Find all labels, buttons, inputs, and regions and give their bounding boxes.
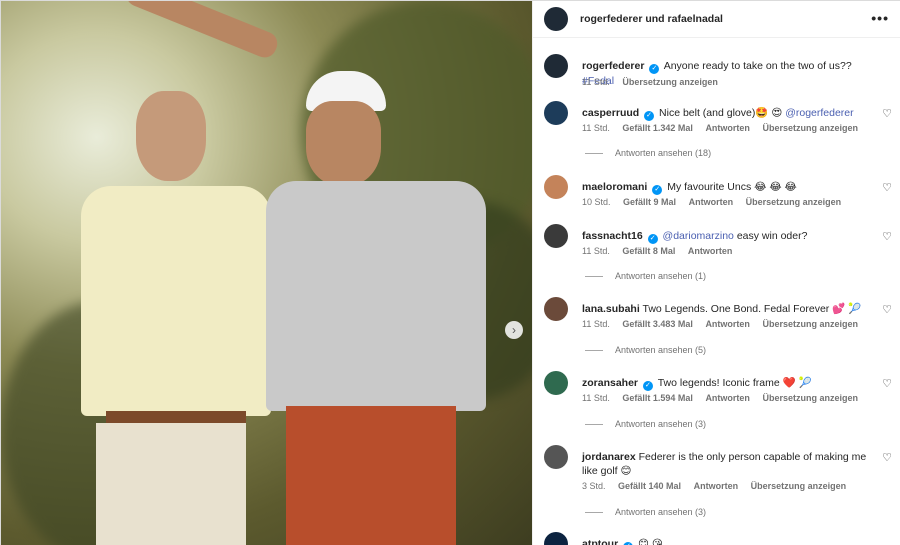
comment-item: fassnacht16 ✓ @dariomarzino easy win ode… (544, 224, 894, 284)
translate-link[interactable]: Übersetzung anzeigen (622, 77, 718, 87)
comment-item: atptour ✓ 😊 😘 (544, 532, 894, 545)
post-photo: › (1, 1, 532, 545)
comment-time[interactable]: 11 Std. (582, 123, 610, 133)
like-heart-icon[interactable]: ♡ (882, 107, 892, 120)
commenter-avatar[interactable] (544, 532, 568, 545)
verified-icon: ✓ (642, 381, 653, 391)
comment-username[interactable]: lana.subahi (582, 303, 640, 315)
post-caption: rogerfederer ✓ Anyone ready to take on t… (544, 54, 894, 96)
translate-link[interactable]: Übersetzung anzeigen (746, 197, 842, 207)
comment-mention[interactable]: @rogerfederer (785, 107, 853, 119)
comment-item: zoransaher ✓ Two legends! Iconic frame ❤… (544, 371, 894, 435)
translate-link[interactable]: Übersetzung anzeigen (762, 319, 858, 329)
comment-username[interactable]: fassnacht16 (582, 230, 643, 242)
comment-item: maeloromani ✓ My favourite Uncs 😂 😂 😂 10… (544, 175, 894, 211)
comment-time[interactable]: 3 Std. (582, 481, 606, 491)
header-title[interactable]: rogerfederer und rafaelnadal (580, 13, 723, 25)
commenter-avatar[interactable] (544, 175, 568, 199)
reply-button[interactable]: Antworten (705, 393, 750, 403)
comment-text: Two Legends. One Bond. Fedal Forever 💕 🎾 (642, 303, 862, 315)
next-image-button[interactable]: › (505, 321, 523, 339)
comment-likes[interactable]: Gefällt 1.594 Mal (622, 393, 693, 403)
like-heart-icon[interactable]: ♡ (882, 181, 892, 194)
comment-item: casperruud ✓ Nice belt (and glove)🤩 😍 @r… (544, 101, 894, 171)
commenter-avatar[interactable] (544, 224, 568, 248)
post-header: rogerfederer und rafaelnadal ••• (533, 1, 900, 38)
comment-username[interactable]: casperruud (582, 107, 639, 119)
reply-button[interactable]: Antworten (705, 123, 750, 133)
like-heart-icon[interactable]: ♡ (882, 451, 892, 464)
caption-username[interactable]: rogerfederer (582, 60, 644, 72)
view-replies-button[interactable]: Antworten ansehen (5) (585, 345, 706, 355)
comment-text: easy win oder? (736, 230, 808, 242)
reply-button[interactable]: Antworten (705, 319, 750, 329)
player-right-figure (122, 1, 506, 545)
comment-likes[interactable]: Gefällt 1.342 Mal (622, 123, 693, 133)
comment-text: My favourite Uncs 😂 😂 😂 (667, 181, 797, 193)
header-avatar[interactable] (544, 7, 568, 31)
translate-link[interactable]: Übersetzung anzeigen (751, 481, 847, 491)
comment-item: jordanarex Federer is the only person ca… (544, 445, 894, 517)
commenter-avatar[interactable] (544, 371, 568, 395)
comment-text: Nice belt (and glove)🤩 😍 (659, 107, 783, 119)
reply-button[interactable]: Antworten (689, 197, 734, 207)
comment-likes[interactable]: Gefällt 140 Mal (618, 481, 681, 491)
translate-link[interactable]: Übersetzung anzeigen (762, 123, 858, 133)
caption-avatar[interactable] (544, 54, 568, 78)
comment-time[interactable]: 10 Std. (582, 197, 611, 207)
verified-icon: ✓ (649, 64, 660, 74)
caption-text: Anyone ready to take on the two of us?? (663, 60, 852, 72)
commenter-avatar[interactable] (544, 101, 568, 125)
commenter-avatar[interactable] (544, 297, 568, 321)
more-options-icon[interactable]: ••• (871, 10, 889, 26)
verified-icon: ✓ (647, 234, 658, 244)
view-replies-button[interactable]: Antworten ansehen (1) (585, 271, 706, 281)
comment-text: Two legends! Iconic frame ❤️ 🎾 (657, 377, 812, 389)
comment-username[interactable]: atptour (582, 538, 618, 545)
like-heart-icon[interactable]: ♡ (882, 377, 892, 390)
view-replies-button[interactable]: Antworten ansehen (3) (585, 419, 706, 429)
comment-text: 😊 😘 (638, 538, 663, 545)
player-left-figure (71, 91, 271, 545)
comment-likes[interactable]: Gefällt 8 Mal (622, 246, 675, 256)
comment-item: lana.subahi Two Legends. One Bond. Fedal… (544, 297, 894, 361)
comment-mention[interactable]: @dariomarzino (663, 230, 734, 242)
verified-icon: ✓ (652, 185, 663, 195)
view-replies-button[interactable]: Antworten ansehen (3) (585, 507, 706, 517)
verified-icon: ✓ (644, 111, 655, 121)
caption-time[interactable]: 11 Std. (582, 77, 610, 87)
comment-time[interactable]: 11 Std. (582, 246, 610, 256)
comments-panel: rogerfederer und rafaelnadal ••• rogerfe… (532, 1, 900, 545)
translate-link[interactable]: Übersetzung anzeigen (762, 393, 858, 403)
reply-button[interactable]: Antworten (694, 481, 739, 491)
comment-time[interactable]: 11 Std. (582, 393, 610, 403)
commenter-avatar[interactable] (544, 445, 568, 469)
view-replies-button[interactable]: Antworten ansehen (18) (585, 148, 711, 158)
comment-likes[interactable]: Gefällt 3.483 Mal (622, 319, 693, 329)
like-heart-icon[interactable]: ♡ (882, 303, 892, 316)
comment-username[interactable]: maeloromani (582, 181, 647, 193)
comment-time[interactable]: 11 Std. (582, 319, 610, 329)
comment-likes[interactable]: Gefällt 9 Mal (623, 197, 676, 207)
comment-username[interactable]: zoransaher (582, 377, 638, 389)
post-dialog: › rogerfederer und rafaelnadal ••• roger… (0, 0, 900, 545)
reply-button[interactable]: Antworten (688, 246, 733, 256)
like-heart-icon[interactable]: ♡ (882, 230, 892, 243)
comment-username[interactable]: jordanarex (582, 451, 636, 463)
